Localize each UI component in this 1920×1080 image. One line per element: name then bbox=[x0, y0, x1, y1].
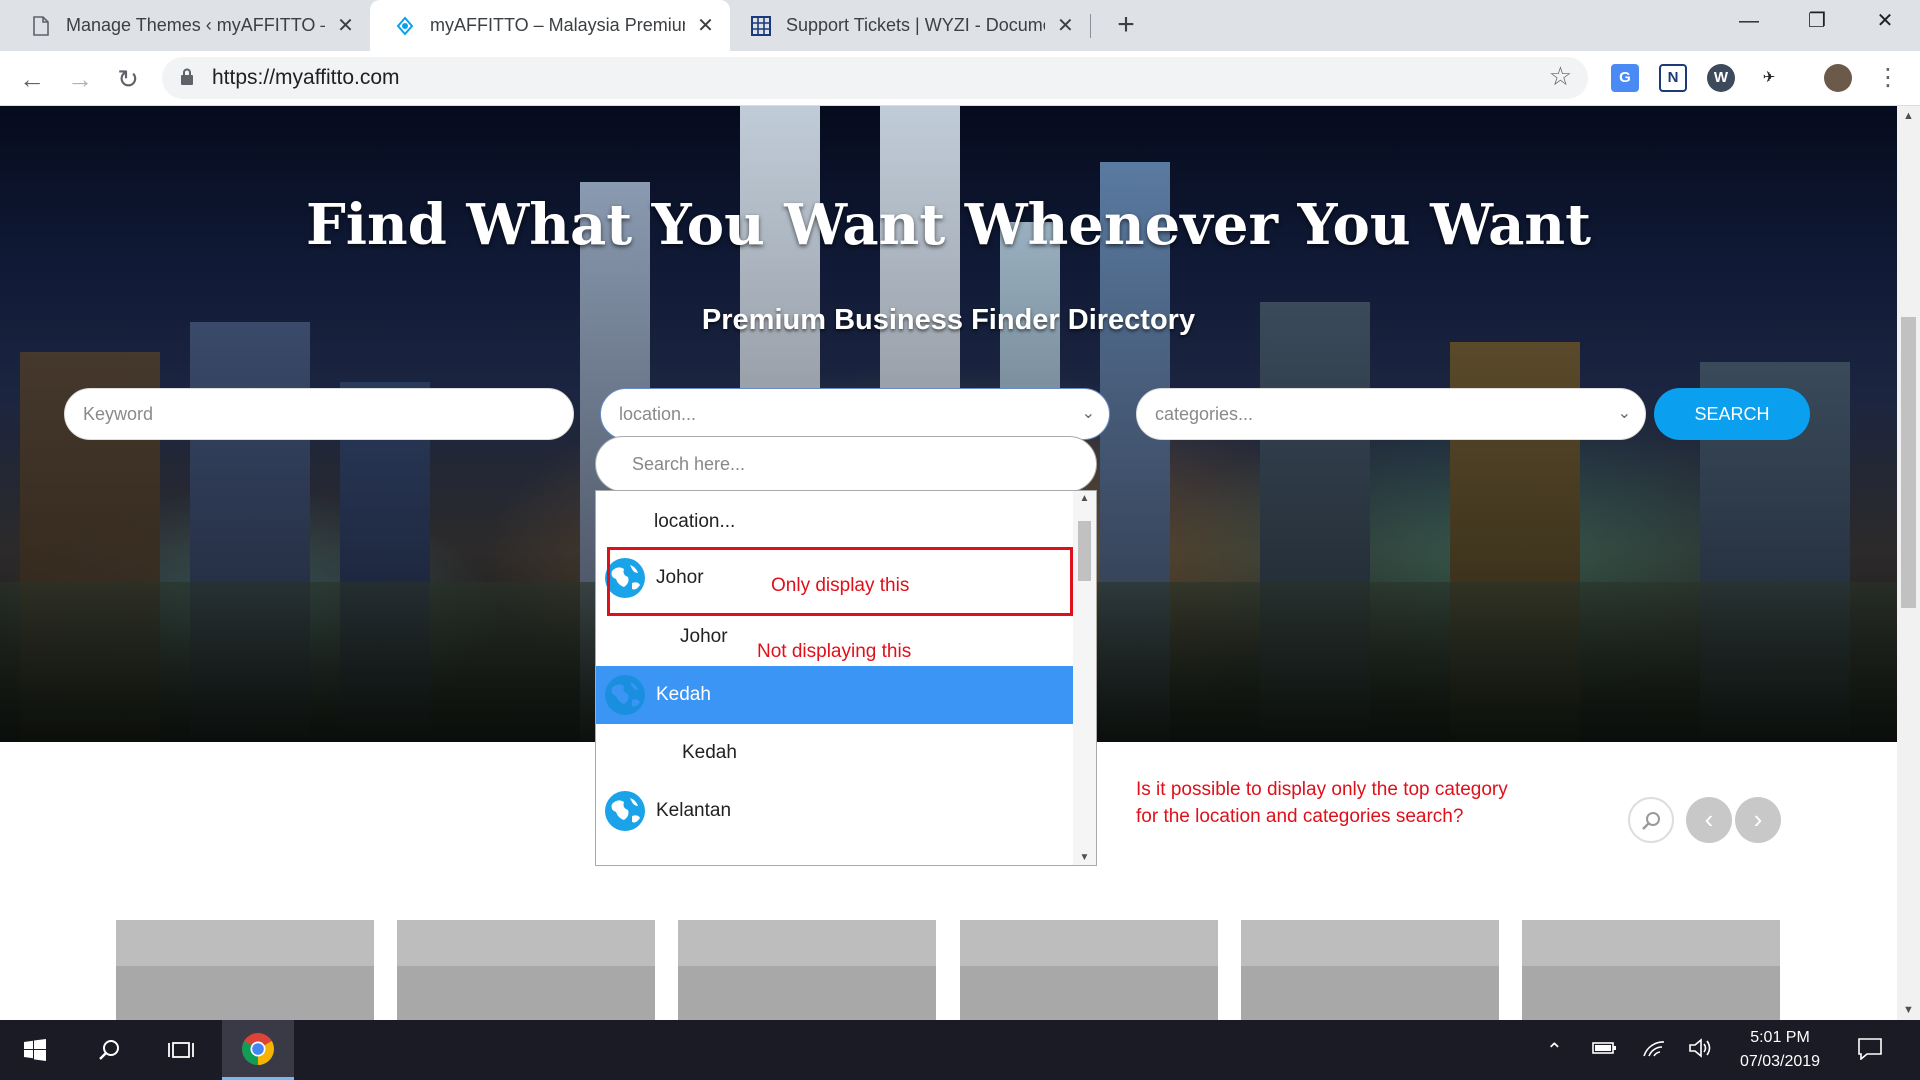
chevron-down-icon: ⌄ bbox=[1617, 405, 1631, 422]
windows-taskbar: ⌃ 5:01 PM 07/03/2019 bbox=[0, 1020, 1920, 1080]
dropdown-item-placeholder[interactable]: location... bbox=[596, 493, 1073, 551]
dropdown-scrollbar[interactable]: ▲ ▼ bbox=[1073, 491, 1096, 865]
page-scrollbar[interactable]: ▲ ▼ bbox=[1897, 106, 1920, 1020]
carousel-prev-button[interactable]: ‹ bbox=[1686, 797, 1732, 843]
restore-button[interactable]: ❐ bbox=[1782, 0, 1852, 42]
avatar[interactable] bbox=[1824, 64, 1852, 92]
windows-logo-icon bbox=[24, 1039, 46, 1061]
annotation-only-display: Only display this bbox=[771, 575, 910, 596]
annotation-not-displaying: Not displaying this bbox=[757, 641, 912, 662]
wifi-icon[interactable] bbox=[1642, 1038, 1666, 1064]
task-view-icon bbox=[168, 1042, 194, 1058]
tab-manage-themes[interactable]: Manage Themes ‹ myAFFITTO — ✕ bbox=[0, 0, 370, 51]
scroll-down-arrow-icon[interactable]: ▼ bbox=[1073, 852, 1096, 863]
dropdown-item-kedah-child[interactable]: Kedah bbox=[596, 724, 1073, 782]
close-icon[interactable]: ✕ bbox=[335, 13, 356, 38]
chevron-down-icon: ⌄ bbox=[1081, 405, 1095, 422]
scroll-up-arrow-icon[interactable]: ▲ bbox=[1073, 493, 1096, 504]
annotation-question: Is it possible to display only the top c… bbox=[1136, 779, 1508, 827]
tab-support-tickets[interactable]: Support Tickets | WYZI - Docume ✕ bbox=[730, 0, 1090, 51]
google-translate-icon[interactable]: G bbox=[1611, 64, 1639, 92]
back-button[interactable]: ← bbox=[14, 61, 50, 97]
w-extension-icon[interactable]: W bbox=[1707, 64, 1735, 92]
reload-button[interactable]: ↻ bbox=[110, 61, 146, 97]
listing-card[interactable] bbox=[1522, 920, 1780, 1020]
show-hidden-icons-chevron[interactable]: ⌃ bbox=[1546, 1038, 1563, 1063]
minimize-button[interactable]: — bbox=[1714, 0, 1784, 42]
carousel-next-button[interactable]: › bbox=[1735, 797, 1781, 843]
notion-extension-icon[interactable]: N bbox=[1659, 64, 1687, 92]
search-icon bbox=[99, 1040, 119, 1060]
start-button[interactable] bbox=[0, 1020, 70, 1080]
bookmark-star-icon[interactable]: ☆ bbox=[1549, 61, 1572, 92]
scroll-down-arrow-icon[interactable]: ▼ bbox=[1897, 1004, 1920, 1016]
magnifier-icon bbox=[1642, 812, 1660, 830]
search-circle-button[interactable] bbox=[1628, 797, 1674, 843]
dropdown-item-kelantan-parent[interactable]: Kelantan bbox=[596, 782, 1073, 840]
search-button[interactable]: SEARCH bbox=[1654, 388, 1810, 440]
categories-select[interactable]: categories... ⌄ bbox=[1136, 388, 1646, 440]
keyword-input[interactable]: Keyword bbox=[64, 388, 574, 440]
listing-card[interactable] bbox=[960, 920, 1218, 1020]
window-close-button[interactable]: ✕ bbox=[1850, 0, 1920, 42]
close-icon[interactable]: ✕ bbox=[695, 13, 716, 38]
document-icon bbox=[30, 15, 52, 37]
scroll-up-arrow-icon[interactable]: ▲ bbox=[1897, 110, 1920, 122]
lock-icon bbox=[181, 68, 193, 85]
task-view-button[interactable] bbox=[146, 1020, 216, 1080]
listing-card[interactable] bbox=[1241, 920, 1499, 1020]
hero-title: Find What You Want Whenever You Want bbox=[305, 192, 1592, 258]
browser-menu-icon[interactable]: ⋮ bbox=[1876, 63, 1900, 93]
hero-subtitle: Premium Business Finder Directory bbox=[701, 304, 1196, 336]
forward-button[interactable]: → bbox=[62, 61, 98, 97]
affitto-logo-icon bbox=[394, 15, 416, 37]
new-tab-button[interactable]: + bbox=[1108, 8, 1144, 44]
notification-icon[interactable] bbox=[1858, 1038, 1882, 1066]
url-field[interactable]: https://myaffitto.com ☆ bbox=[162, 57, 1588, 99]
taskbar-chrome-button[interactable] bbox=[222, 1020, 294, 1080]
location-search-input[interactable]: Search here... bbox=[595, 436, 1097, 492]
globe-icon bbox=[605, 791, 645, 831]
globe-icon bbox=[605, 675, 645, 715]
dropdown-item-kedah-parent[interactable]: Kedah bbox=[596, 666, 1073, 724]
tab-myaffitto[interactable]: myAFFITTO – Malaysia Premium ✕ bbox=[370, 0, 730, 51]
volume-icon[interactable] bbox=[1688, 1038, 1714, 1064]
page-viewport: Find What You Want Whenever You Want Pre… bbox=[0, 106, 1897, 1020]
tab-bar: Manage Themes ‹ myAFFITTO — ✕ myAFFITTO … bbox=[0, 0, 1920, 51]
taskbar-clock[interactable]: 5:01 PM 07/03/2019 bbox=[1720, 1026, 1840, 1074]
taskbar-search-button[interactable] bbox=[74, 1020, 144, 1080]
listing-card[interactable] bbox=[397, 920, 655, 1020]
location-select[interactable]: location... ⌄ bbox=[600, 388, 1110, 440]
battery-icon[interactable] bbox=[1592, 1038, 1618, 1064]
chrome-icon bbox=[242, 1032, 274, 1065]
listing-card[interactable] bbox=[678, 920, 936, 1020]
address-bar: ← → ↻ https://myaffitto.com ☆ G N W ✈ ⋮ bbox=[0, 51, 1920, 106]
close-icon[interactable]: ✕ bbox=[1055, 13, 1076, 38]
extension-icon[interactable]: ✈ bbox=[1755, 64, 1783, 92]
listing-card[interactable] bbox=[116, 920, 374, 1020]
grid-icon bbox=[750, 15, 772, 37]
